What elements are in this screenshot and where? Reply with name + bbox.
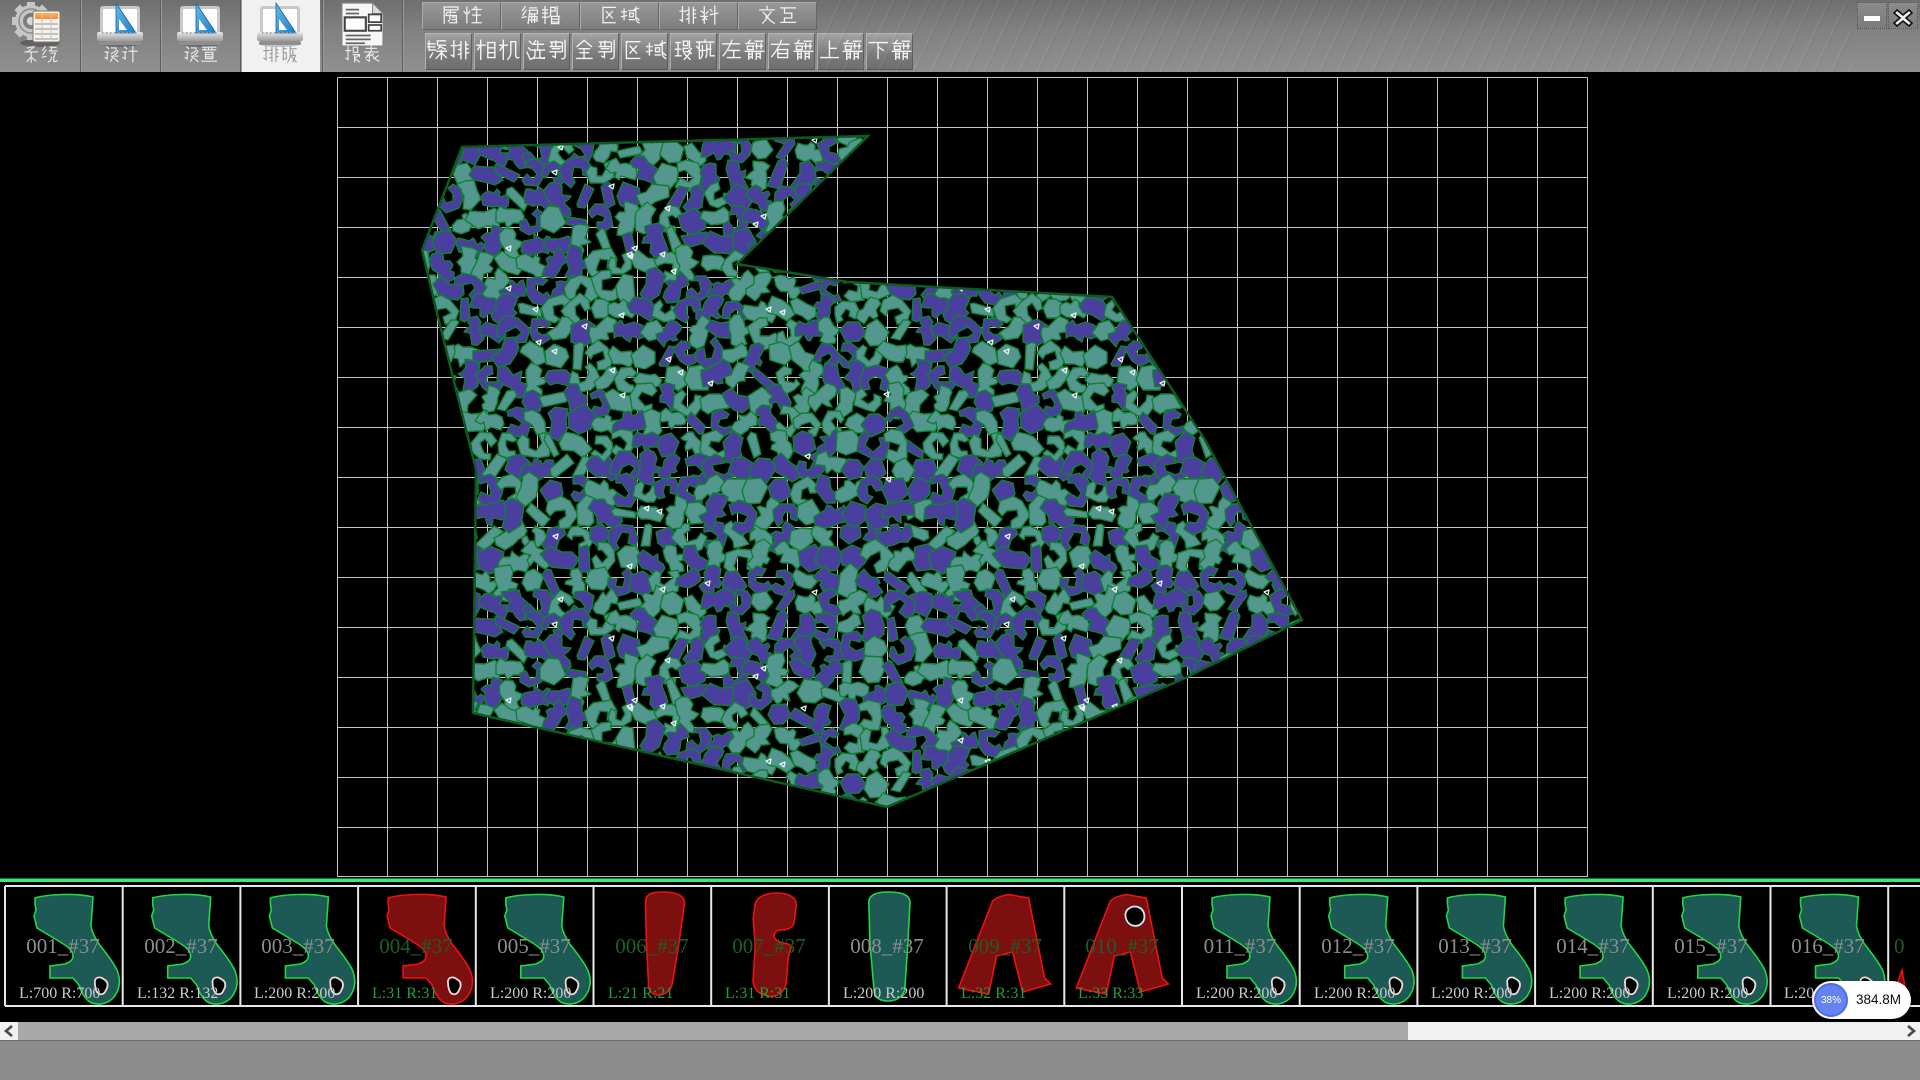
svg-text:002_#37: 002_#37 (144, 934, 218, 958)
svg-text:013_#37: 013_#37 (1438, 934, 1512, 958)
svg-text:L:200 R:200: L:200 R:200 (1667, 985, 1748, 1002)
svg-text:012_#37: 012_#37 (1321, 934, 1395, 958)
svg-text:010_#37: 010_#37 (1085, 934, 1159, 958)
svg-text:L:21 R:21: L:21 R:21 (608, 985, 673, 1002)
svg-text:L:200 R:200: L:200 R:200 (254, 985, 335, 1002)
svg-text:0: 0 (1894, 934, 1905, 958)
svg-text:L:200 R:200: L:200 R:200 (1196, 985, 1277, 1002)
svg-text:006_#37: 006_#37 (615, 934, 689, 958)
svg-text:014_#37: 014_#37 (1556, 934, 1630, 958)
svg-text:L:32 R:31: L:32 R:31 (961, 985, 1026, 1002)
svg-text:005_#37: 005_#37 (497, 934, 571, 958)
svg-text:L:31 R:31: L:31 R:31 (725, 985, 790, 1002)
svg-text:003_#37: 003_#37 (261, 934, 335, 958)
svg-text:L:200 R:200: L:200 R:200 (1549, 985, 1630, 1002)
svg-text:007_#37: 007_#37 (732, 934, 806, 958)
svg-text:015_#37: 015_#37 (1674, 934, 1748, 958)
svg-text:L:132 R:132: L:132 R:132 (137, 985, 218, 1002)
svg-text:009_#37: 009_#37 (968, 934, 1042, 958)
svg-text:L:31 R:31: L:31 R:31 (372, 985, 437, 1002)
svg-text:L:700 R:700: L:700 R:700 (19, 985, 100, 1002)
svg-text:L:200 R:200: L:200 R:200 (843, 985, 924, 1002)
svg-text:L:200 R:200: L:200 R:200 (490, 985, 571, 1002)
svg-text:008_#37: 008_#37 (850, 934, 924, 958)
svg-text:L:200 R:200: L:200 R:200 (1431, 985, 1512, 1002)
svg-text:L:33 R:33: L:33 R:33 (1078, 985, 1143, 1002)
svg-text:001_#37: 001_#37 (26, 934, 100, 958)
svg-text:011_#37: 011_#37 (1204, 934, 1277, 958)
svg-text:L:200 R:200: L:200 R:200 (1314, 985, 1395, 1002)
svg-text:004_#37: 004_#37 (379, 934, 453, 958)
svg-text:016_#37: 016_#37 (1791, 934, 1865, 958)
